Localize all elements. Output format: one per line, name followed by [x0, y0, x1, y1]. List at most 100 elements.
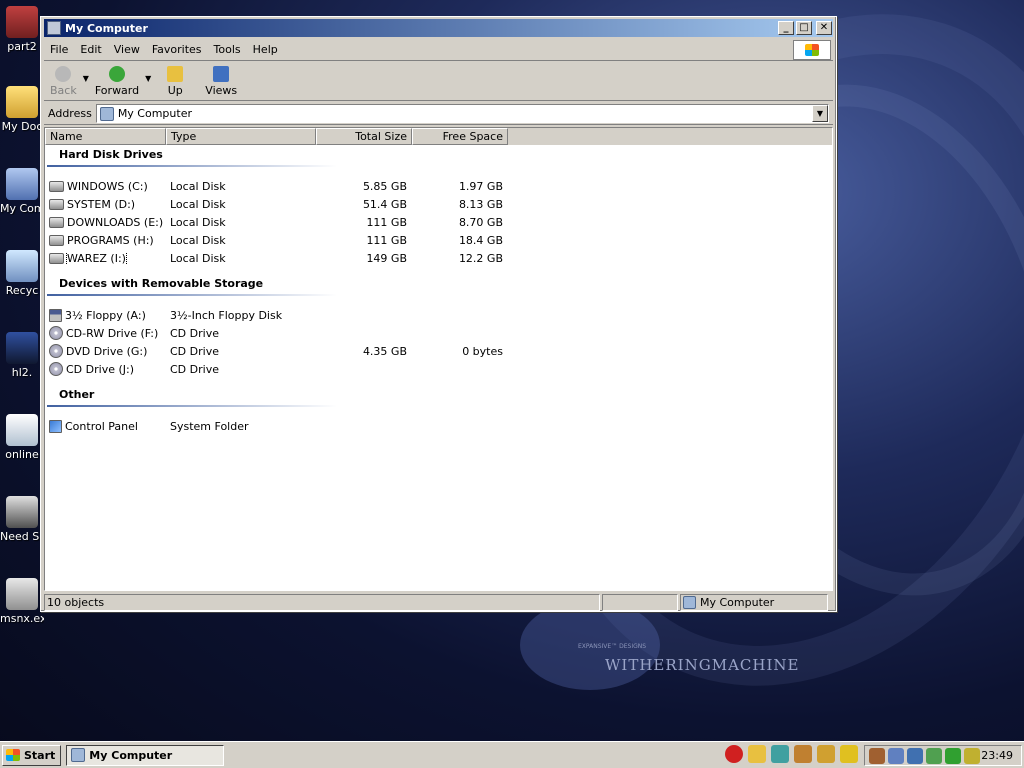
- row-name: DVD Drive (G:): [66, 344, 148, 358]
- column-free-space[interactable]: Free Space: [412, 128, 508, 145]
- row-free: 18.4 GB: [458, 233, 503, 247]
- my-computer-window: My Computer _ □ ✕ File Edit View Favorit…: [40, 16, 837, 612]
- archive-icon: [6, 6, 38, 38]
- app-icon[interactable]: [794, 745, 812, 763]
- taskbar-button-my-computer[interactable]: My Computer: [66, 744, 225, 766]
- table-row[interactable]: DOWNLOADS (E:) Local Disk 111 GB 8.70 GB: [45, 213, 832, 231]
- maximize-button[interactable]: □: [796, 21, 812, 35]
- menu-edit[interactable]: Edit: [74, 43, 107, 56]
- quick-launch: [725, 745, 858, 763]
- row-free: 8.13 GB: [458, 197, 503, 211]
- row-total: 4.35 GB: [362, 344, 407, 358]
- tray-icon[interactable]: [907, 747, 923, 764]
- close-button[interactable]: ✕: [816, 21, 832, 35]
- desktop-icon-need-speed[interactable]: Need Speed: [0, 496, 44, 543]
- back-button[interactable]: Back: [44, 66, 83, 97]
- row-free: 12.2 GB: [458, 251, 503, 265]
- computer-icon: [683, 596, 696, 609]
- group-divider: [47, 165, 337, 167]
- system-tray: 23:49: [864, 745, 1022, 766]
- forward-arrow-icon: [109, 66, 125, 82]
- tray-icon[interactable]: [888, 747, 904, 764]
- address-label: Address: [48, 107, 92, 120]
- menu-bar: File Edit View Favorites Tools Help: [44, 39, 833, 61]
- windows-logo-icon: [6, 749, 20, 761]
- folder-icon: [6, 86, 38, 118]
- desktop-icon-label: msnx.exe: [0, 612, 44, 625]
- table-row[interactable]: 3½ Floppy (A:) 3½-Inch Floppy Disk: [45, 306, 832, 324]
- table-row[interactable]: WAREZ (I:) Local Disk 149 GB 12.2 GB: [45, 249, 832, 267]
- computer-icon: [47, 21, 61, 35]
- tray-icon[interactable]: [964, 747, 980, 764]
- start-button[interactable]: Start: [2, 744, 62, 766]
- cd-drive-icon: [49, 326, 63, 340]
- address-dropdown-button[interactable]: ▼: [812, 105, 828, 122]
- address-input[interactable]: My Computer ▼: [95, 104, 829, 123]
- hard-drive-icon: [49, 198, 64, 210]
- desktop-icon-label: Need Speed: [0, 530, 44, 543]
- views-label: Views: [205, 84, 238, 97]
- tray-icon[interactable]: [926, 747, 942, 764]
- desktop-icon-my-computer[interactable]: My Com: [0, 168, 44, 215]
- column-name[interactable]: Name: [45, 128, 166, 145]
- desktop-icon-part2[interactable]: part2: [0, 6, 44, 53]
- table-row[interactable]: Control Panel System Folder: [45, 417, 832, 435]
- row-total: 5.85 GB: [362, 179, 407, 193]
- menu-favorites[interactable]: Favorites: [146, 43, 208, 56]
- group-title: Other: [59, 388, 95, 401]
- app-icon[interactable]: [817, 745, 835, 763]
- table-row[interactable]: SYSTEM (D:) Local Disk 51.4 GB 8.13 GB: [45, 195, 832, 213]
- stop-icon[interactable]: [725, 745, 743, 763]
- cd-drive-icon: [49, 362, 63, 376]
- up-button[interactable]: Up: [161, 66, 189, 97]
- table-row[interactable]: CD Drive (J:) CD Drive: [45, 360, 832, 378]
- folder-icon[interactable]: [748, 745, 766, 763]
- table-row[interactable]: WINDOWS (C:) Local Disk 5.85 GB 1.97 GB: [45, 177, 832, 195]
- table-row[interactable]: PROGRAMS (H:) Local Disk 111 GB 18.4 GB: [45, 231, 832, 249]
- table-row[interactable]: DVD Drive (G:) CD Drive 4.35 GB 0 bytes: [45, 342, 832, 360]
- game-icon: [6, 496, 38, 528]
- row-name: SYSTEM (D:): [67, 197, 136, 211]
- row-type: Local Disk: [170, 233, 226, 247]
- minimize-button[interactable]: _: [778, 21, 794, 35]
- status-bar: 10 objects My Computer: [44, 594, 833, 611]
- computer-icon: [99, 106, 114, 121]
- hard-drive-icon: [49, 180, 64, 192]
- clock[interactable]: 23:49: [981, 749, 1013, 762]
- status-zone-label: My Computer: [700, 596, 775, 609]
- desktop-icon-hl2[interactable]: hl2.: [0, 332, 44, 379]
- hard-drive-icon: [49, 216, 64, 228]
- desktop-icon-my-documents[interactable]: My Doc: [0, 86, 44, 133]
- menu-file[interactable]: File: [44, 43, 74, 56]
- column-type[interactable]: Type: [166, 128, 316, 145]
- file-list: Name Type Total Size Free Space Hard Dis…: [44, 127, 833, 591]
- column-total-size[interactable]: Total Size: [316, 128, 412, 145]
- row-name: WAREZ (I:): [66, 251, 127, 265]
- views-button[interactable]: Views: [199, 66, 243, 97]
- desktop-icon-label: My Doc: [1, 120, 43, 133]
- row-type: Local Disk: [170, 215, 226, 229]
- start-label: Start: [24, 748, 56, 762]
- row-name: WINDOWS (C:): [67, 179, 148, 193]
- row-name: CD-RW Drive (F:): [66, 326, 159, 340]
- forward-dropdown-icon[interactable]: ▼: [145, 74, 151, 83]
- menu-help[interactable]: Help: [247, 43, 284, 56]
- menu-view[interactable]: View: [108, 43, 146, 56]
- taskbar: Start My Computer 23:49: [0, 741, 1024, 768]
- app-icon[interactable]: [771, 745, 789, 763]
- desktop-icon-online[interactable]: online: [0, 414, 44, 461]
- row-name: 3½ Floppy (A:): [65, 308, 146, 322]
- desktop-icon-recycle-bin[interactable]: Recyc: [0, 250, 44, 297]
- row-total: 111 GB: [366, 215, 407, 229]
- tray-icon[interactable]: [945, 747, 961, 764]
- menu-tools[interactable]: Tools: [208, 43, 247, 56]
- tray-icon[interactable]: [869, 747, 885, 764]
- star-icon[interactable]: [840, 745, 858, 763]
- up-label: Up: [167, 84, 183, 97]
- group-divider: [47, 294, 337, 296]
- forward-button[interactable]: Forward: [89, 66, 145, 97]
- table-row[interactable]: CD-RW Drive (F:) CD Drive: [45, 324, 832, 342]
- title-bar[interactable]: My Computer _ □ ✕: [44, 19, 833, 37]
- row-total: 51.4 GB: [362, 197, 407, 211]
- desktop-icon-msnx[interactable]: msnx.exe: [0, 578, 44, 625]
